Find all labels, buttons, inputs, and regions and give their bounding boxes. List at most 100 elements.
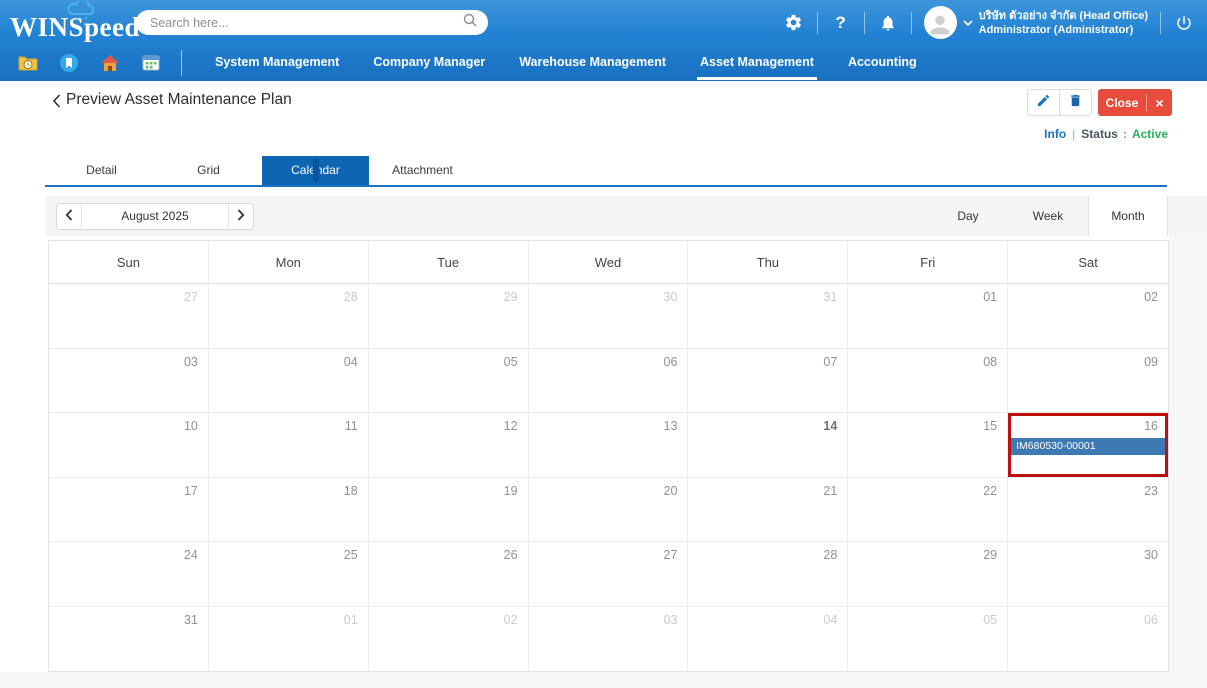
- view-button-month[interactable]: Month: [1088, 196, 1168, 236]
- day-number: 21: [823, 484, 837, 498]
- nav-item-accounting[interactable]: Accounting: [831, 45, 934, 81]
- divider: [1160, 12, 1161, 34]
- calendar-day-cell[interactable]: 28: [688, 542, 848, 607]
- bookmark-icon[interactable]: [59, 54, 79, 72]
- day-number: 27: [184, 290, 198, 304]
- tab-calendar[interactable]: Calendar: [262, 156, 369, 185]
- calendar-day-cell[interactable]: 03: [529, 607, 689, 672]
- calendar-day-cell[interactable]: 10: [49, 413, 209, 478]
- user-role: Administrator (Administrator): [979, 23, 1148, 37]
- calendar-day-cell[interactable]: 01: [209, 607, 369, 672]
- calendar-day-cell[interactable]: 04: [688, 607, 848, 672]
- calendar-day-cell[interactable]: 25: [209, 542, 369, 607]
- divider: [864, 12, 865, 34]
- chevron-down-icon: [963, 14, 973, 32]
- day-number: 12: [504, 419, 518, 433]
- calendar-day-cell[interactable]: 30: [1008, 542, 1168, 607]
- calendar-day-cell[interactable]: 28: [209, 284, 369, 349]
- calendar-day-cell[interactable]: 27: [49, 284, 209, 349]
- day-number: 20: [664, 484, 678, 498]
- pencil-icon: [1036, 93, 1051, 113]
- right-gutter: [1169, 236, 1207, 672]
- calendar-day-cell[interactable]: 05: [369, 349, 529, 414]
- view-button-day[interactable]: Day: [928, 196, 1008, 236]
- power-icon[interactable]: [1173, 12, 1195, 34]
- close-x-button[interactable]: ×: [1147, 95, 1172, 111]
- calendar-day-cell[interactable]: 15: [848, 413, 1008, 478]
- calendar-day-cell[interactable]: 17: [49, 478, 209, 543]
- calendar-day-cell[interactable]: 30: [529, 284, 689, 349]
- home-icon[interactable]: [100, 54, 120, 72]
- calendar-day-cell[interactable]: 06: [1008, 607, 1168, 672]
- day-number: 01: [344, 613, 358, 627]
- calendar-day-cell[interactable]: 29: [369, 284, 529, 349]
- view-button-week[interactable]: Week: [1008, 196, 1088, 236]
- day-number: 03: [184, 355, 198, 369]
- calendar-day-cell[interactable]: 18: [209, 478, 369, 543]
- bell-icon[interactable]: [877, 12, 899, 34]
- gear-icon[interactable]: [783, 12, 805, 34]
- calendar-day-cell[interactable]: 31: [688, 284, 848, 349]
- calendar-day-cell[interactable]: 07: [688, 349, 848, 414]
- calendar-day-cell[interactable]: 01: [848, 284, 1008, 349]
- calendar-app-icon[interactable]: [141, 54, 161, 72]
- calendar-day-cell[interactable]: 19: [369, 478, 529, 543]
- nav-menu: System ManagementCompany ManagerWarehous…: [198, 45, 934, 81]
- calendar-day-cell[interactable]: 11: [209, 413, 369, 478]
- calendar-day-cell[interactable]: 03: [49, 349, 209, 414]
- next-month-button[interactable]: [228, 204, 253, 229]
- nav-item-asset-management[interactable]: Asset Management: [683, 45, 831, 81]
- calendar-day-cell[interactable]: 20: [529, 478, 689, 543]
- day-number: 09: [1144, 355, 1158, 369]
- trash-icon: [1068, 93, 1083, 113]
- calendar-day-cell[interactable]: 13: [529, 413, 689, 478]
- tab-detail[interactable]: Detail: [48, 156, 155, 185]
- divider: [911, 12, 912, 34]
- edit-button[interactable]: [1028, 90, 1060, 115]
- help-icon[interactable]: ?: [830, 12, 852, 34]
- day-number: 14: [823, 419, 837, 433]
- calendar-day-cell[interactable]: 06: [529, 349, 689, 414]
- calendar-day-cell[interactable]: 26: [369, 542, 529, 607]
- calendar-day-cell[interactable]: 08: [848, 349, 1008, 414]
- calendar-day-cell[interactable]: 23: [1008, 478, 1168, 543]
- tab-attachment[interactable]: Attachment: [369, 156, 476, 185]
- calendar-day-cell[interactable]: 24: [49, 542, 209, 607]
- nav-item-system-management[interactable]: System Management: [198, 45, 356, 81]
- user-menu[interactable]: บริษัท ตัวอย่าง จำกัด (Head Office) Admi…: [924, 6, 1148, 39]
- record-action-group: [1027, 89, 1092, 116]
- calendar-day-cell[interactable]: 05: [848, 607, 1008, 672]
- calendar-day-cell[interactable]: 21: [688, 478, 848, 543]
- calendar-day-cell[interactable]: 09: [1008, 349, 1168, 414]
- nav-item-company-manager[interactable]: Company Manager: [356, 45, 502, 81]
- delete-button[interactable]: [1060, 90, 1091, 115]
- search-input[interactable]: [150, 16, 462, 30]
- calendar-day-cell[interactable]: 31: [49, 607, 209, 672]
- calendar-day-cell[interactable]: 04: [209, 349, 369, 414]
- calendar-day-cell[interactable]: 22: [848, 478, 1008, 543]
- tab-underline: [45, 185, 1167, 187]
- calendar-day-cell[interactable]: 02: [369, 607, 529, 672]
- calendar-grid: SunMonTueWedThuFriSat 272829303101020304…: [48, 240, 1169, 672]
- calendar-event[interactable]: IM680530-00001: [1011, 438, 1165, 455]
- search-icon[interactable]: [462, 12, 478, 33]
- main-nav: System ManagementCompany ManagerWarehous…: [0, 45, 1207, 81]
- search-bar[interactable]: [136, 10, 488, 35]
- day-number: 27: [664, 548, 678, 562]
- day-number: 02: [1144, 290, 1158, 304]
- nav-item-warehouse-management[interactable]: Warehouse Management: [502, 45, 683, 81]
- calendar-day-cell[interactable]: 16IM680530-00001: [1008, 413, 1168, 478]
- close-button[interactable]: Close ×: [1098, 89, 1172, 116]
- calendar-day-cell[interactable]: 14: [688, 413, 848, 478]
- day-number: 26: [504, 548, 518, 562]
- avatar[interactable]: [924, 6, 957, 39]
- tab-grid[interactable]: Grid: [155, 156, 262, 185]
- calendar-day-cell[interactable]: 27: [529, 542, 689, 607]
- recent-folder-icon[interactable]: [18, 54, 38, 72]
- calendar-day-cell[interactable]: 29: [848, 542, 1008, 607]
- info-link[interactable]: Info: [1044, 127, 1066, 141]
- prev-month-button[interactable]: [57, 204, 82, 229]
- calendar-day-cell[interactable]: 02: [1008, 284, 1168, 349]
- calendar-day-cell[interactable]: 12: [369, 413, 529, 478]
- back-chevron-icon[interactable]: [52, 94, 61, 113]
